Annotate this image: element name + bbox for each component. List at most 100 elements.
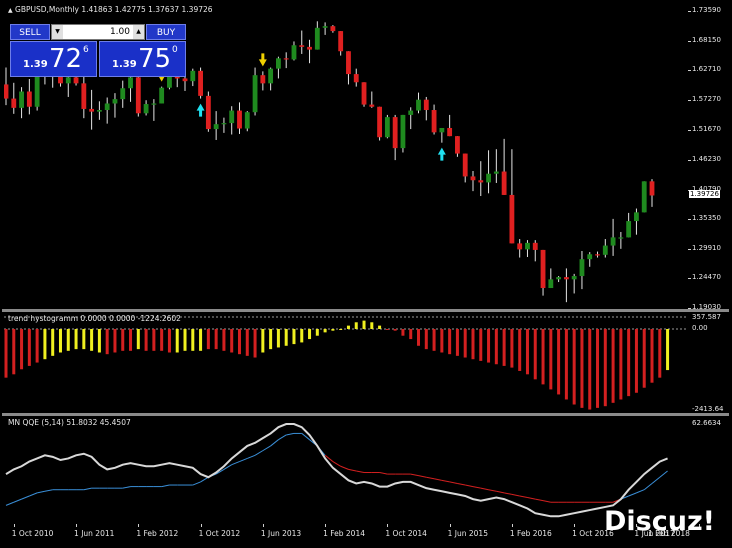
- histogram-bar: [206, 329, 210, 350]
- candle: [540, 249, 546, 296]
- candle-body: [314, 27, 320, 50]
- buy-quote-fraction: 0: [172, 45, 178, 55]
- lot-size-input[interactable]: ▼ 1.00 ▲: [51, 24, 145, 40]
- candle-body: [322, 26, 328, 28]
- candle: [556, 276, 562, 283]
- time-axis-tick: [574, 524, 576, 527]
- qqe-slow-line-segment: [262, 445, 271, 452]
- qqe-slow-line-segment: [527, 497, 536, 500]
- candle: [244, 111, 250, 132]
- candle: [579, 251, 585, 290]
- candle: [96, 101, 102, 120]
- candle: [26, 78, 32, 115]
- histogram-bar: [199, 329, 203, 351]
- price-axis-label: 1.73590: [692, 6, 721, 14]
- pane-separator[interactable]: [2, 309, 729, 312]
- candle-body: [455, 136, 460, 154]
- histogram-bar: [175, 329, 179, 353]
- trend-histogram-pane[interactable]: trend hystogramm 0.0000 0.0000 -1224.260…: [4, 313, 688, 413]
- candle: [439, 127, 445, 143]
- buy-quote-button[interactable]: 1.39 75 0: [99, 41, 186, 77]
- qqe-slow-line-segment: [433, 478, 442, 481]
- histogram-bar: [245, 329, 249, 356]
- candle: [548, 268, 554, 289]
- time-axis[interactable]: 1 Oct 2010 1 Jun 2011 1 Feb 2012 1 Oct 2012…: [4, 524, 700, 546]
- histogram-bar: [658, 329, 662, 378]
- candle-body: [260, 75, 266, 84]
- candle: [260, 71, 266, 91]
- price-axis[interactable]: 1.73590 1.68150 1.62710 1.57270 1.51670 1.462…: [688, 4, 732, 311]
- histogram-bar: [596, 329, 600, 408]
- histogram-bar: [510, 329, 514, 368]
- candle: [626, 212, 632, 238]
- candle-body: [81, 83, 87, 109]
- candle-body: [252, 75, 258, 113]
- pane-separator[interactable]: [2, 413, 729, 416]
- price-chart-pane[interactable]: ▲ GBPUSD,Monthly 1.41863 1.42775 1.37637…: [4, 4, 688, 309]
- candle-body: [517, 243, 523, 250]
- histogram-bar: [440, 329, 444, 353]
- time-axis-label: 1 Oct 2010: [11, 529, 54, 538]
- candle-body: [641, 181, 647, 213]
- buy-button[interactable]: BUY: [146, 24, 186, 40]
- lot-size-value[interactable]: 1.00: [66, 25, 130, 39]
- qqe-slow-line-segment: [511, 493, 520, 497]
- qqe-slow-line-segment: [278, 434, 287, 441]
- candle-body: [205, 95, 211, 130]
- qqe-slow-line-segment: [161, 484, 170, 488]
- candle-body: [423, 99, 429, 111]
- qqe-slow-line-segment: [410, 473, 419, 477]
- candle-body: [268, 68, 274, 84]
- histogram-bar: [43, 329, 47, 360]
- candle: [268, 67, 274, 91]
- sell-button[interactable]: SELL: [10, 24, 50, 40]
- candle-body: [525, 242, 530, 250]
- candle: [384, 114, 390, 139]
- time-axis-tick: [387, 524, 389, 527]
- candle: [416, 92, 421, 114]
- qqe-slow-line-segment: [200, 476, 209, 483]
- histogram-bar: [12, 329, 16, 375]
- candle-body: [229, 110, 235, 124]
- lot-decrease-icon[interactable]: ▼: [52, 25, 63, 39]
- buy-quote-prefix: 1.39: [112, 59, 137, 70]
- histogram-bar: [144, 329, 148, 351]
- buy-signal-arrow-icon: [437, 147, 446, 161]
- candle-body: [96, 110, 102, 112]
- candle-body: [120, 88, 126, 100]
- candle: [275, 56, 281, 79]
- histogram-bar: [666, 329, 670, 371]
- qqe-indicator-pane[interactable]: MN QQE (5,14) 51.8032 45.4507: [4, 417, 688, 524]
- histogram-bar: [409, 329, 413, 340]
- sell-quote-button[interactable]: 1.39 72 6: [10, 41, 97, 77]
- candle: [563, 268, 569, 303]
- time-axis-tick: [449, 524, 451, 527]
- qqe-slow-line-segment: [231, 461, 240, 466]
- candle: [634, 208, 639, 235]
- histogram-bar: [136, 329, 140, 350]
- histogram-axis-label: 0.00: [692, 324, 708, 332]
- histogram-bar: [432, 329, 436, 351]
- price-axis-label: 1.29910: [692, 243, 721, 252]
- histogram-bar: [74, 329, 78, 350]
- lot-increase-icon[interactable]: ▲: [133, 25, 144, 39]
- candle: [112, 93, 118, 118]
- candle-body: [361, 82, 367, 105]
- qqe-slow-line-segment: [465, 484, 474, 488]
- candle-body: [618, 237, 624, 239]
- time-axis-label: 1 Oct 2014: [385, 529, 427, 538]
- histogram-bar: [292, 329, 296, 345]
- price-axis-label: 1.57270: [692, 94, 721, 103]
- histogram-bar: [588, 329, 592, 410]
- candle-body: [431, 110, 437, 133]
- histogram-bar: [167, 329, 171, 353]
- candle: [525, 240, 530, 257]
- histogram-bar: [300, 329, 304, 343]
- candle-body: [416, 99, 421, 111]
- sell-quote-pips: 72: [49, 44, 83, 74]
- qqe-slow-line-segment: [628, 492, 637, 497]
- candle: [307, 39, 312, 64]
- price-axis-tick: [688, 99, 691, 101]
- histogram-bar: [284, 329, 288, 346]
- candle: [641, 181, 647, 213]
